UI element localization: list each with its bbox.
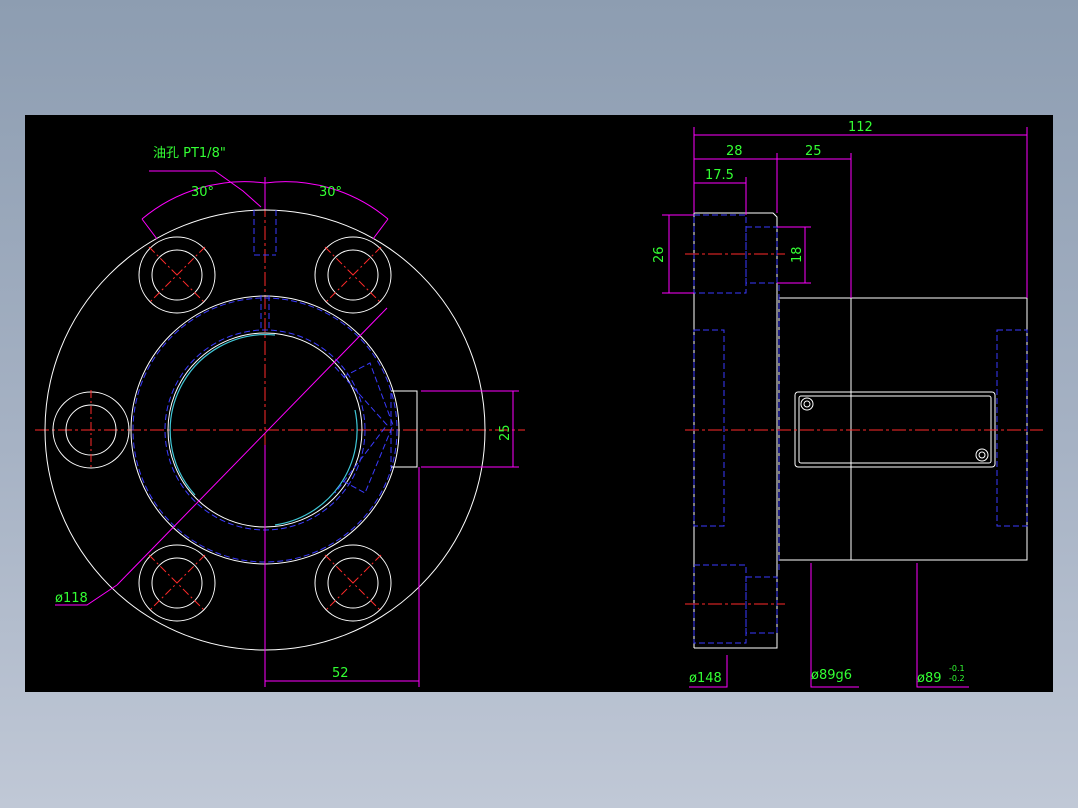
bolt-hole-centerlines bbox=[90, 246, 382, 612]
angle-left-label: 30° bbox=[191, 185, 214, 200]
pcd-label: ø118 bbox=[55, 591, 88, 606]
side-centerlines bbox=[685, 253, 1043, 605]
front-centerlines bbox=[35, 180, 525, 670]
thread-arc-2 bbox=[274, 409, 358, 526]
dia-relief-label: ø89 bbox=[917, 671, 942, 686]
bolt-holes bbox=[52, 236, 392, 622]
dim-counterbore-label: 26 bbox=[652, 246, 667, 263]
tolerance-upper: -0.1 bbox=[949, 664, 965, 673]
dim-total-label: 112 bbox=[848, 120, 873, 135]
tolerance-lower: -0.2 bbox=[949, 674, 965, 683]
thread-arc bbox=[169, 333, 276, 496]
dim-body-label: 25 bbox=[805, 144, 822, 159]
drawing-svg: 油孔 PT1/8" 30° 30° ø118 25 52 112 28 25 1… bbox=[35, 120, 1043, 688]
dim-flange-label: 28 bbox=[726, 144, 743, 159]
cad-drawing-canvas[interactable]: 油孔 PT1/8" 30° 30° ø118 25 52 112 28 25 1… bbox=[25, 115, 1053, 692]
height-label: 25 bbox=[498, 424, 513, 441]
dia-body-label: ø89g6 bbox=[811, 668, 852, 683]
angle-right-label: 30° bbox=[319, 185, 342, 200]
dim-hole-label: 18 bbox=[790, 246, 805, 263]
front-view: 油孔 PT1/8" 30° 30° ø118 25 52 bbox=[35, 146, 525, 687]
dia-flange-label: ø148 bbox=[689, 671, 722, 686]
dim-hole-depth-label: 17.5 bbox=[705, 168, 734, 183]
side-view: 112 28 25 17.5 26 18 ø148 ø89g6 ø89 -0.1… bbox=[652, 120, 1043, 688]
offset-label: 52 bbox=[332, 666, 349, 681]
side-hidden-lines bbox=[693, 214, 1028, 644]
oil-hole-note: 油孔 PT1/8" bbox=[153, 146, 226, 161]
pcd-leader bbox=[55, 307, 388, 606]
